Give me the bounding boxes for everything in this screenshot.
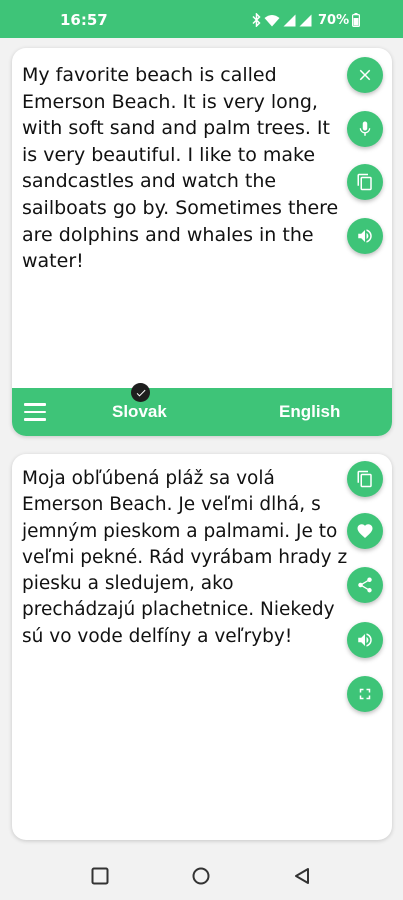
home-icon[interactable] <box>191 866 211 886</box>
source-language[interactable]: Slovak <box>112 402 167 422</box>
battery-percent: 70% <box>318 12 350 28</box>
back-icon[interactable] <box>292 866 312 886</box>
favorite-button[interactable] <box>347 513 383 549</box>
status-bar: 16:57 70% <box>0 0 403 38</box>
copy-icon <box>357 173 372 191</box>
heart-icon <box>357 524 373 539</box>
mic-icon <box>359 121 371 136</box>
fullscreen-button[interactable] <box>347 676 383 712</box>
fullscreen-icon <box>359 688 371 700</box>
language-bar: Slovak English <box>12 388 392 436</box>
copy-icon <box>357 470 372 488</box>
close-icon <box>359 69 371 81</box>
menu-button[interactable] <box>24 403 46 421</box>
voice-input-button[interactable] <box>347 111 383 147</box>
clear-button[interactable] <box>347 57 383 93</box>
target-language[interactable]: English <box>279 402 340 422</box>
share-button[interactable] <box>347 567 383 603</box>
speak-source-button[interactable] <box>347 218 383 254</box>
speaker-icon <box>358 633 372 647</box>
signal-icon <box>283 14 296 26</box>
signal-icon <box>299 14 312 26</box>
check-icon <box>131 383 150 402</box>
share-icon <box>358 577 372 593</box>
speaker-icon <box>358 229 372 243</box>
translation-text: Moja obľúbená pláž sa volá Emerson Beach… <box>22 468 348 647</box>
copy-translation-button[interactable] <box>347 461 383 497</box>
wifi-icon <box>264 14 280 26</box>
translation-card: Moja obľúbená pláž sa volá Emerson Beach… <box>12 454 392 840</box>
copy-source-button[interactable] <box>347 164 383 200</box>
navigation-bar <box>0 852 403 900</box>
source-card: My favorite beach is called Emerson Beac… <box>12 48 392 436</box>
bluetooth-icon <box>252 13 261 27</box>
battery-icon <box>352 13 361 27</box>
source-text[interactable]: My favorite beach is called Emerson Beac… <box>22 62 347 275</box>
status-icons: 70% <box>252 12 361 28</box>
recents-icon[interactable] <box>90 866 110 886</box>
status-time: 16:57 <box>60 11 108 29</box>
speak-translation-button[interactable] <box>347 622 383 658</box>
